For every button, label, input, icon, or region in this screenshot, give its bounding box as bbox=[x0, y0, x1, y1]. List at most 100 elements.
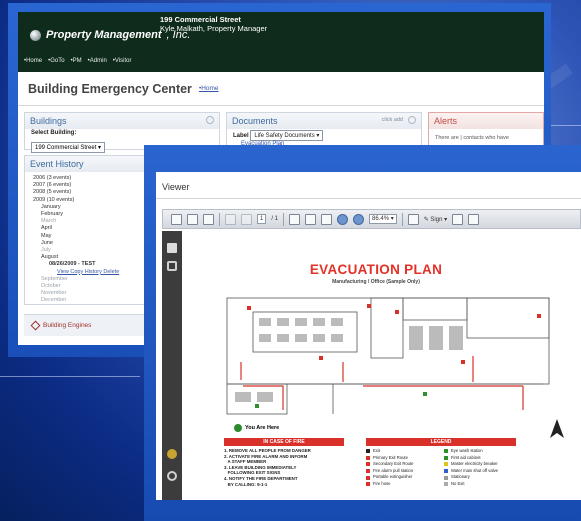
legend-swatch bbox=[366, 449, 370, 454]
toolbar-separator bbox=[401, 212, 403, 226]
alerts-panel-header: Alerts bbox=[429, 113, 543, 129]
comment-icon[interactable] bbox=[407, 213, 419, 225]
page-header: Building Emergency Center •Home bbox=[18, 72, 544, 106]
legend-label: Secondary Exit Route bbox=[373, 461, 414, 467]
viewer-window: Viewer 1 / 1 86.4% ▾ ✎ Sign ▾ EVACUATION… bbox=[156, 172, 581, 500]
legend-item: Stationary bbox=[444, 474, 516, 481]
sign-menu[interactable]: ✎ Sign ▾ bbox=[424, 216, 447, 223]
logo-icon bbox=[30, 29, 41, 41]
legend-swatch bbox=[444, 469, 448, 474]
select-tool-icon[interactable] bbox=[289, 213, 301, 225]
alerts-title: Alerts bbox=[434, 116, 458, 126]
background-line bbox=[0, 376, 140, 377]
legend-item: Secondary Exit Route bbox=[366, 461, 438, 468]
property-address: 199 Commercial Street bbox=[160, 15, 241, 24]
viewer-header: Viewer bbox=[156, 172, 581, 199]
document-label-select[interactable]: Life Safety Documents ▾ bbox=[250, 130, 324, 141]
instruction-line: BY CALLING: 9-1-1 bbox=[224, 481, 268, 487]
legend-swatch bbox=[444, 455, 448, 460]
viewer-sidebar bbox=[162, 231, 182, 500]
next-page-icon[interactable] bbox=[241, 213, 252, 225]
zoom-level-select[interactable]: 86.4% ▾ bbox=[369, 214, 397, 224]
click-add-link[interactable]: click add bbox=[382, 117, 403, 123]
page-title: Building Emergency Center bbox=[28, 81, 192, 96]
buildings-panel-header: Buildings bbox=[25, 113, 219, 129]
property-info: 199 Commercial Street Kyle Malkath, Prop… bbox=[160, 15, 267, 33]
legend-label: Eye wash station bbox=[451, 448, 483, 453]
legend-label: Fire hose bbox=[373, 480, 391, 486]
legend-label: No Exit bbox=[451, 480, 465, 486]
nav-home[interactable]: •Home bbox=[24, 58, 42, 64]
label-caption: Label bbox=[233, 133, 249, 139]
building-select-value: 199 Commercial Street bbox=[35, 145, 97, 151]
legend-label: First aid cabinet bbox=[451, 454, 481, 460]
plan-legend: Exit Eye wash station Primary Exit Route Fi… bbox=[366, 448, 516, 488]
signatures-icon[interactable] bbox=[167, 449, 177, 459]
home-link[interactable]: •Home bbox=[199, 85, 219, 92]
pages-icon[interactable] bbox=[167, 243, 177, 253]
zoom-level-value: 86.4% bbox=[372, 216, 390, 222]
you-are-here-label: You Are Here bbox=[245, 425, 280, 431]
fullscreen-icon[interactable] bbox=[468, 213, 480, 225]
legend-item: Eye wash station bbox=[444, 448, 516, 455]
zoom-out-icon[interactable] bbox=[337, 213, 349, 225]
toolbar-separator bbox=[219, 212, 220, 226]
legend-swatch bbox=[366, 482, 370, 487]
nav-goto[interactable]: •GoTo bbox=[48, 58, 64, 64]
building-select[interactable]: 199 Commercial Street ▾ bbox=[31, 142, 106, 153]
legend-swatch bbox=[444, 462, 448, 467]
legend-header: LEGEND bbox=[366, 438, 516, 446]
legend-item: Exit bbox=[366, 448, 438, 455]
legend-label: Portable extinguisher bbox=[373, 474, 413, 480]
nav-visitor[interactable]: •Visitor bbox=[113, 58, 132, 64]
zoom-in-icon[interactable] bbox=[353, 213, 365, 225]
legend-label: Exit bbox=[373, 448, 380, 453]
evacuation-plan-subtitle: Manufacturing / Office (Sample Only) bbox=[332, 279, 420, 285]
property-manager: Kyle Malkath, Property Manager bbox=[160, 24, 268, 33]
fit-page-icon[interactable] bbox=[452, 213, 464, 225]
legend-swatch bbox=[444, 475, 448, 480]
legend-item: First aid cabinet bbox=[444, 455, 516, 462]
legend-item: Master electricity breaker bbox=[444, 461, 516, 468]
bookmarks-icon[interactable] bbox=[167, 261, 177, 271]
print-icon[interactable] bbox=[171, 213, 182, 225]
nav-admin[interactable]: •Admin bbox=[88, 58, 107, 64]
legend-item: Water main shut off valve bbox=[444, 468, 516, 475]
north-arrow-icon bbox=[550, 419, 564, 438]
legend-item: Fire alarm pull station bbox=[366, 468, 438, 475]
legend-swatch bbox=[366, 462, 370, 467]
fire-header: IN CASE OF FIRE bbox=[224, 438, 344, 446]
you-are-here-icon bbox=[234, 424, 242, 432]
prev-page-icon[interactable] bbox=[225, 213, 236, 225]
floor-plan-drawing bbox=[226, 297, 550, 415]
legend-swatch bbox=[444, 482, 448, 487]
hand-tool-icon[interactable] bbox=[305, 213, 317, 225]
building-engines-label: Building Engines bbox=[43, 322, 92, 329]
documents-settings-icon[interactable] bbox=[408, 116, 416, 124]
pdf-page: EVACUATION PLAN Manufacturing / Office (… bbox=[216, 242, 581, 500]
legend-swatch bbox=[366, 455, 370, 460]
event-history-title: Event History bbox=[30, 159, 84, 169]
save-icon[interactable] bbox=[187, 213, 198, 225]
legend-item: No Exit bbox=[444, 481, 516, 488]
legend-item: Portable extinguisher bbox=[366, 474, 438, 481]
viewer-title: Viewer bbox=[162, 182, 190, 192]
nav-pm[interactable]: •PM bbox=[71, 58, 82, 64]
page-number-input[interactable]: 1 bbox=[257, 214, 267, 224]
documents-panel-header: Documents click add bbox=[227, 113, 421, 129]
logo-text: Property Management bbox=[46, 29, 162, 41]
legend-swatch bbox=[366, 469, 370, 474]
pdf-toolbar: 1 / 1 86.4% ▾ ✎ Sign ▾ bbox=[162, 209, 581, 229]
email-icon[interactable] bbox=[203, 213, 214, 225]
app-header: Property Management, Inc. 199 Commercial… bbox=[18, 12, 544, 72]
page-total: / 1 bbox=[271, 216, 279, 222]
building-engines-icon bbox=[30, 320, 41, 331]
legend-label: Stationary bbox=[451, 474, 470, 480]
zoom-tool-icon[interactable] bbox=[321, 213, 333, 225]
attachments-icon[interactable] bbox=[167, 471, 177, 481]
legend-label: Fire alarm pull station bbox=[373, 467, 414, 473]
legend-swatch bbox=[366, 475, 370, 480]
panel-settings-icon[interactable] bbox=[206, 116, 214, 124]
legend-label: Water main shut off valve bbox=[451, 467, 499, 473]
legend-item: Fire hose bbox=[366, 481, 438, 488]
